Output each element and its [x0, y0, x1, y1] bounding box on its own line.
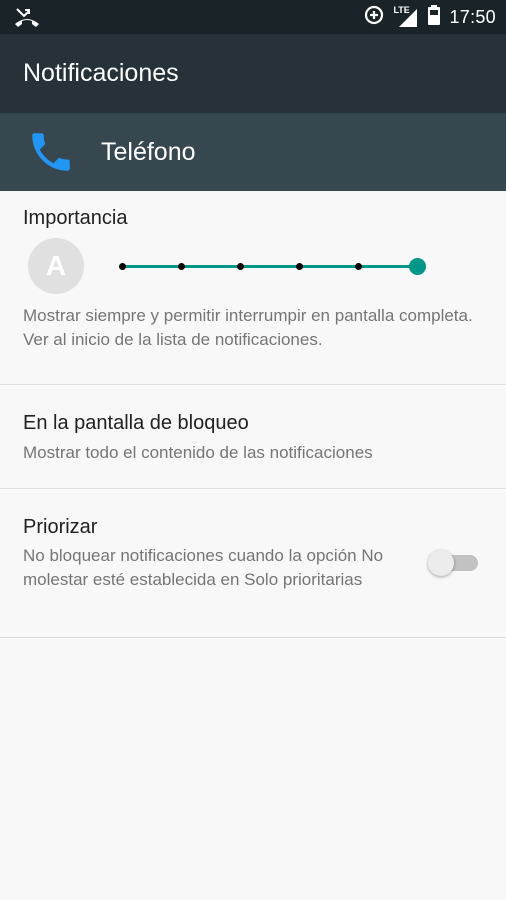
importance-slider[interactable]	[112, 250, 432, 282]
slider-thumb[interactable]	[409, 258, 426, 275]
lock-screen-setting[interactable]: En la pantalla de bloqueo Mostrar todo e…	[0, 385, 506, 488]
network-type-label: LTE	[393, 5, 410, 15]
page-title: Notificaciones	[23, 59, 179, 87]
clock: 17:50	[449, 6, 496, 27]
importance-description: Mostrar siempre y permitir interrumpir e…	[23, 306, 473, 349]
missed-call-icon	[14, 6, 40, 28]
lock-screen-subtitle: Mostrar todo el contenido de las notific…	[23, 443, 373, 462]
status-bar: LTE 17:50	[0, 0, 506, 34]
importance-avatar: A	[28, 238, 84, 294]
priority-subtitle: No bloquear notificaciones cuando la opc…	[23, 546, 384, 589]
slider-tick	[237, 263, 244, 270]
slider-tick	[355, 263, 362, 270]
slider-track	[122, 265, 417, 268]
lock-screen-title: En la pantalla de bloqueo	[23, 412, 249, 434]
importance-title: Importancia	[23, 207, 128, 229]
app-name: Teléfono	[101, 138, 196, 166]
phone-icon	[26, 127, 76, 177]
data-saver-icon	[363, 4, 385, 31]
signal-lte-icon: LTE	[393, 5, 419, 29]
slider-tick	[296, 263, 303, 270]
app-bar: Notificaciones	[0, 34, 506, 113]
toggle-thumb	[428, 550, 454, 576]
app-header: Teléfono	[0, 113, 506, 191]
priority-title: Priorizar	[23, 516, 98, 538]
slider-tick	[119, 263, 126, 270]
slider-tick	[178, 263, 185, 270]
priority-toggle[interactable]	[428, 550, 480, 576]
divider	[0, 637, 506, 638]
battery-icon	[427, 4, 441, 31]
